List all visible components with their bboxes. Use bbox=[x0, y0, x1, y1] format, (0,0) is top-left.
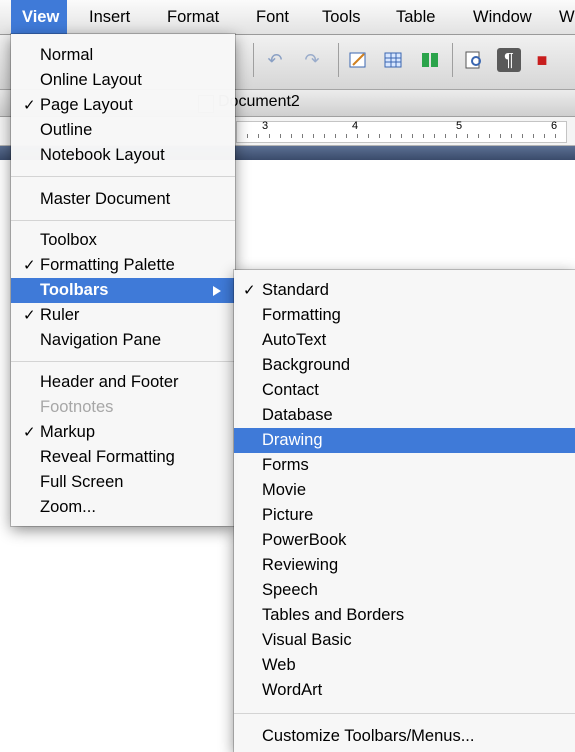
menu-item-reveal-formatting[interactable]: Reveal Formatting bbox=[11, 445, 235, 470]
menu-item-normal[interactable]: Normal bbox=[11, 43, 235, 68]
menu-separator bbox=[11, 361, 235, 362]
toolbar-item-formatting[interactable]: Formatting bbox=[234, 303, 575, 328]
menu-font[interactable]: Font bbox=[245, 0, 300, 34]
toolbar-item-background[interactable]: Background bbox=[234, 353, 575, 378]
toolbar-item-powerbook[interactable]: PowerBook bbox=[234, 528, 575, 553]
show-formatting-icon[interactable]: ¶ bbox=[497, 48, 521, 72]
table-icon[interactable] bbox=[381, 48, 405, 72]
toolbar-item-standard[interactable]: ✓ Standard bbox=[234, 278, 575, 303]
view-menu: Normal Online Layout ✓ Page Layout Outlin… bbox=[11, 34, 235, 526]
print-preview-icon[interactable] bbox=[462, 48, 486, 72]
ruler-number: 5 bbox=[456, 120, 463, 132]
toolbar-item-autotext[interactable]: AutoText bbox=[234, 328, 575, 353]
menu-item-navigation-pane[interactable]: Navigation Pane bbox=[11, 328, 235, 353]
menu-format[interactable]: Format bbox=[156, 0, 230, 34]
menu-window[interactable]: Window bbox=[462, 0, 543, 34]
menu-item-toolbox[interactable]: Toolbox bbox=[11, 228, 235, 253]
menu-item-footnotes: Footnotes bbox=[40, 398, 114, 416]
toolbar-item-speech[interactable]: Speech bbox=[234, 578, 575, 603]
toolbar-separator bbox=[338, 43, 339, 77]
toolbar-item-wordart[interactable]: WordArt bbox=[234, 678, 575, 703]
toolbar-item-drawing[interactable]: Drawing bbox=[234, 428, 575, 453]
ruler-scale[interactable] bbox=[236, 121, 567, 143]
menu-item-toolbars[interactable]: Toolbars bbox=[11, 278, 235, 303]
toolbar-separator bbox=[452, 43, 453, 77]
menu-view[interactable]: View bbox=[11, 0, 67, 34]
toolbar-separator bbox=[253, 43, 254, 77]
menu-separator bbox=[11, 220, 235, 221]
ruler-number: 6 bbox=[551, 120, 558, 132]
checkmark-icon: ✓ bbox=[23, 307, 36, 324]
menu-tools[interactable]: Tools bbox=[311, 0, 372, 34]
toolbar-item-customize[interactable]: Customize Toolbars/Menus... bbox=[234, 724, 575, 749]
menu-item-page-layout[interactable]: ✓ Page Layout bbox=[11, 93, 235, 118]
checkmark-icon: ✓ bbox=[23, 257, 36, 274]
checkmark-icon: ✓ bbox=[23, 97, 36, 114]
toolbar-item-contact[interactable]: Contact bbox=[234, 378, 575, 403]
menu-separator bbox=[11, 176, 235, 177]
edit-icon[interactable] bbox=[346, 48, 370, 72]
menu-item-markup[interactable]: ✓ Markup bbox=[11, 420, 235, 445]
ruler-number: 4 bbox=[352, 120, 359, 132]
toolbar-item-tables-and-borders[interactable]: Tables and Borders bbox=[234, 603, 575, 628]
toolbar-overflow-icon[interactable]: ■ bbox=[530, 48, 554, 72]
menu-item-outline[interactable]: Outline bbox=[11, 118, 235, 143]
menu-table[interactable]: Table bbox=[385, 0, 446, 34]
menu-bar: View Insert Format Font Tools Table Wind… bbox=[0, 0, 575, 35]
ruler-number: 3 bbox=[262, 120, 269, 132]
toolbar-item-movie[interactable]: Movie bbox=[234, 478, 575, 503]
menu-insert[interactable]: Insert bbox=[78, 0, 141, 34]
toolbar-item-web[interactable]: Web bbox=[234, 653, 575, 678]
toolbar-item-database[interactable]: Database bbox=[234, 403, 575, 428]
menu-item-full-screen[interactable]: Full Screen bbox=[11, 470, 235, 495]
menu-item-notebook-layout[interactable]: Notebook Layout bbox=[11, 143, 235, 168]
undo-icon[interactable]: ↶ bbox=[263, 48, 287, 72]
menu-item-master-document[interactable]: Master Document bbox=[11, 187, 235, 212]
menu-work[interactable]: W bbox=[548, 0, 575, 34]
menu-item-online-layout[interactable]: Online Layout bbox=[11, 68, 235, 93]
menu-item-formatting-palette[interactable]: ✓ Formatting Palette bbox=[11, 253, 235, 278]
checkmark-icon: ✓ bbox=[23, 424, 36, 441]
menu-item-header-and-footer[interactable]: Header and Footer bbox=[11, 370, 235, 395]
toolbar-item-picture[interactable]: Picture bbox=[234, 503, 575, 528]
menu-item-zoom[interactable]: Zoom... bbox=[11, 495, 235, 520]
toolbar-item-forms[interactable]: Forms bbox=[234, 453, 575, 478]
columns-icon[interactable] bbox=[418, 48, 442, 72]
redo-icon[interactable]: ↷ bbox=[300, 48, 324, 72]
menu-separator bbox=[234, 713, 575, 714]
menu-item-ruler[interactable]: ✓ Ruler bbox=[11, 303, 235, 328]
checkmark-icon: ✓ bbox=[243, 282, 256, 299]
submenu-arrow-icon bbox=[213, 286, 221, 296]
toolbars-submenu: ✓ Standard Formatting AutoText Background… bbox=[234, 270, 575, 752]
toolbar-item-reviewing[interactable]: Reviewing bbox=[234, 553, 575, 578]
toolbar-item-visual-basic[interactable]: Visual Basic bbox=[234, 628, 575, 653]
